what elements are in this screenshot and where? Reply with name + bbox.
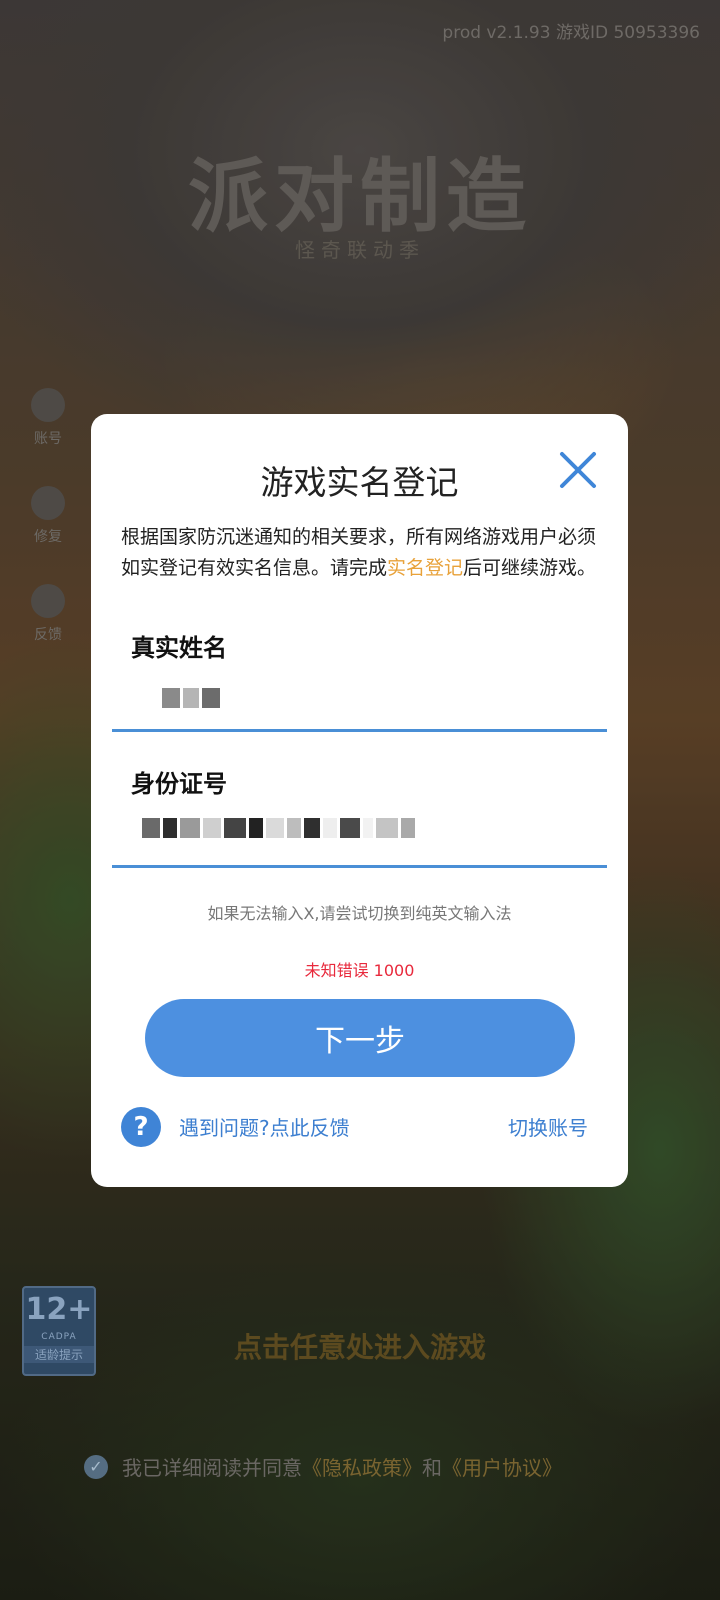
error-message: 未知错误 1000 bbox=[304, 961, 415, 980]
close-button[interactable] bbox=[556, 448, 600, 492]
name-input[interactable] bbox=[112, 676, 607, 732]
sidebar-item-label: 反馈 bbox=[34, 627, 62, 643]
close-icon bbox=[560, 452, 596, 488]
headset-icon bbox=[31, 584, 65, 618]
agreement-prefix: 我已详细阅读并同意 bbox=[122, 1456, 302, 1480]
agreement-row: ✓ 我已详细阅读并同意 《隐私政策》 和 《用户协议》 bbox=[84, 1452, 562, 1481]
tools-icon bbox=[31, 486, 65, 520]
privacy-policy-link[interactable]: 《隐私政策》 bbox=[302, 1452, 422, 1481]
user-agreement-link[interactable]: 《用户协议》 bbox=[442, 1452, 562, 1481]
user-icon bbox=[31, 388, 65, 422]
enter-game-prompt[interactable]: 点击任意处进入游戏 bbox=[0, 1326, 720, 1366]
name-label: 真实姓名 bbox=[131, 634, 227, 662]
next-step-button[interactable]: 下一步 bbox=[145, 999, 575, 1077]
game-title: 派对制造 bbox=[188, 150, 532, 243]
name-value-redacted bbox=[162, 688, 220, 708]
agreement-checkbox[interactable]: ✓ bbox=[84, 1454, 108, 1479]
real-name-dialog: 游戏实名登记 根据国家防沉迷通知的相关要求，所有网络游戏用户必须如实登记有效实名… bbox=[91, 414, 628, 1187]
sidebar-item-feedback[interactable]: 反馈 bbox=[24, 584, 72, 644]
sidebar-item-label: 账号 bbox=[34, 431, 62, 447]
agreement-and: 和 bbox=[422, 1456, 442, 1480]
sidebar-item-label: 修复 bbox=[34, 529, 62, 545]
sidebar-item-repair[interactable]: 修复 bbox=[24, 486, 72, 546]
version-label: prod v2.1.93 游戏ID 50953396 bbox=[442, 23, 700, 43]
id-label: 身份证号 bbox=[131, 770, 227, 798]
help-icon[interactable]: ? bbox=[121, 1107, 161, 1147]
notice-highlight: 实名登记 bbox=[387, 557, 464, 579]
notice-text: 根据国家防沉迷通知的相关要求，所有网络游戏用户必须如实登记有效实名信息。请完成实… bbox=[121, 522, 601, 584]
id-number-input[interactable] bbox=[112, 812, 607, 868]
game-subtitle: 怪奇联动季 bbox=[295, 238, 425, 262]
switch-account-link[interactable]: 切换账号 bbox=[508, 1112, 588, 1141]
input-hint: 如果无法输入X,请尝试切换到纯英文输入法 bbox=[207, 904, 512, 923]
sidebar-item-account[interactable]: 账号 bbox=[24, 388, 72, 448]
dialog-title: 游戏实名登记 bbox=[260, 463, 459, 502]
notice-part2: 后可继续游戏。 bbox=[463, 557, 597, 579]
id-value-redacted bbox=[142, 818, 415, 838]
feedback-link[interactable]: 遇到问题?点此反馈 bbox=[179, 1112, 350, 1141]
